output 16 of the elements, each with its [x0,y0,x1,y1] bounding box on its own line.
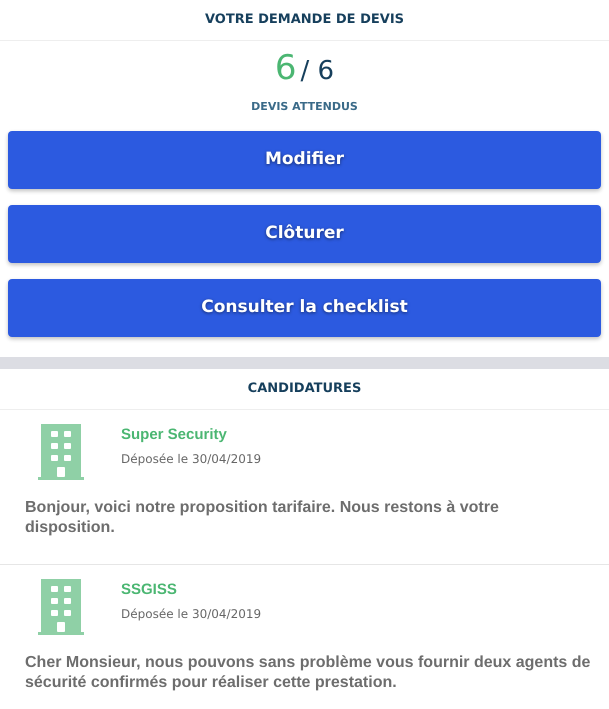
company-name: Super Security [121,424,228,444]
building-icon [37,578,85,634]
section-title: CANDIDATURES [0,369,609,410]
received-count: 6 [274,48,297,88]
company-name: SSGISS [121,580,178,600]
message-text: Bonjour, voici notre proposition tarifaire. Nous restons à votre disposition. [25,498,500,538]
section-title: VOTRE DEMANDE DE DEVIS [0,0,609,40]
message-text: Cher Monsieur, nous pouvons sans problème vous fournir deux agents de sécurité confirmés pour réaliser cette prestation. [25,652,592,692]
action-button[interactable]: Consulter la checklist [8,279,601,337]
count-caption: DEVIS ATTENDUS [250,98,359,114]
action-button[interactable]: Modifier [8,131,601,189]
total-count: / 6 [300,56,334,86]
submission-date: Déposée le 30/04/2019 [121,451,262,468]
action-button[interactable]: Clôturer [8,205,601,263]
submission-date: Déposée le 30/04/2019 [121,606,262,623]
building-icon [37,424,85,480]
